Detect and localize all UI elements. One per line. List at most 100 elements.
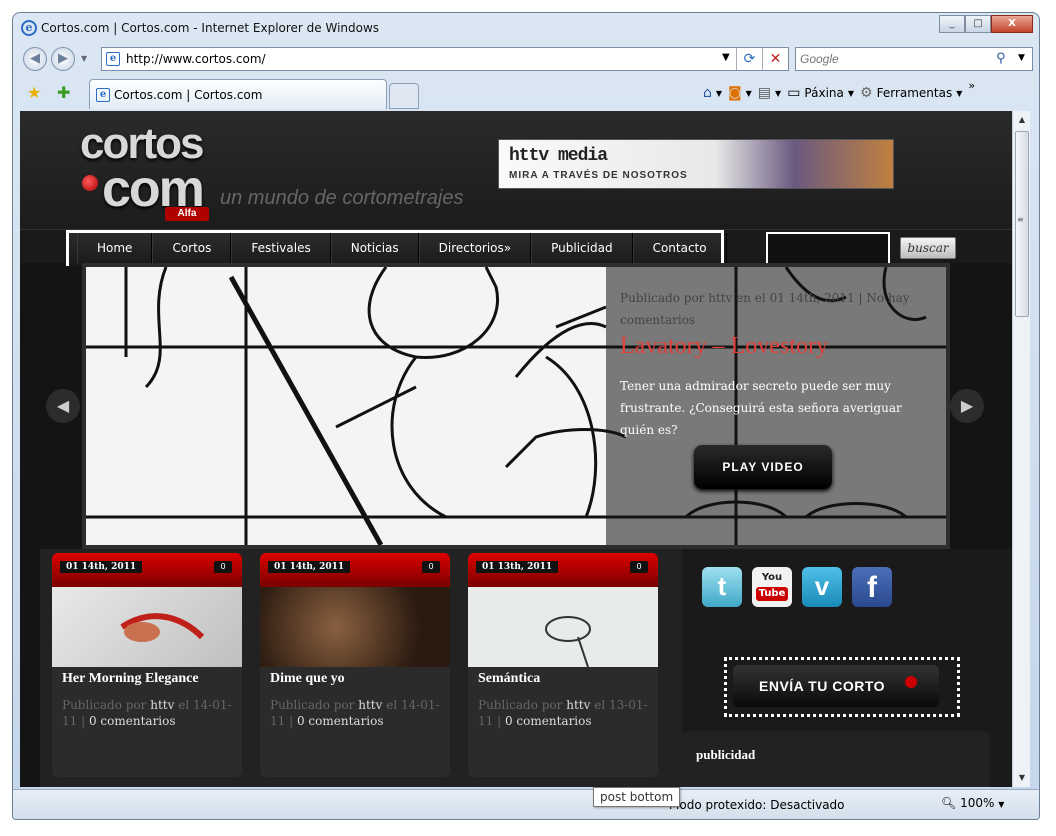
zoom-level: 100% [960,796,995,810]
new-tab-button[interactable] [389,83,419,109]
nav-directorios[interactable]: Directorios» [418,233,532,263]
card-thumbnail[interactable] [468,587,658,668]
search-box[interactable]: ⚲ ▼ [795,47,1033,71]
card-meta: Publicado por httv el 14-01-11 | 0 comen… [62,697,232,729]
card-pub-label: Publicado por [62,698,147,712]
scroll-down-icon[interactable]: ▼ [1015,771,1029,785]
card-title[interactable]: Her Morning Elegance [62,671,199,687]
card-author[interactable]: httv [150,698,174,712]
feeds-button[interactable]: ◙ ▼ [728,85,752,101]
posts-grid: 01 14th, 2011 0 Her Morning Elegance Pub… [40,549,682,787]
card-date: 01 14th, 2011 [60,561,143,573]
card-meta: Publicado por httv el 13-01-11 | 0 comen… [478,697,648,729]
home-icon: ⌂ [703,85,712,101]
protected-mode-status[interactable]: Modo protexido: Desactivado [669,798,845,812]
card-date: 01 13th, 2011 [476,561,559,573]
featured-excerpt: Tener una admirador secreto puede ser mu… [620,379,902,437]
print-button[interactable]: ▤ ▼ [758,85,781,101]
slider-next-button[interactable]: ▶ [950,389,984,423]
send-short-frame: ENVÍA TU CORTO [724,657,960,717]
page-menu[interactable]: ▭ Páxina ▼ [787,85,854,101]
nav-festivales[interactable]: Festivales [231,233,331,263]
banner-slogan: MIRA A TRAVÉS DE NOSOTROS [509,170,688,181]
print-icon: ▤ [757,85,772,101]
window-controls: _ □ X [939,15,1033,33]
history-dropdown-icon[interactable]: ▼ [81,54,87,63]
page-menu-icon: ▭ [787,85,801,101]
nav-home[interactable]: Home [77,233,153,263]
minimize-button[interactable]: _ [939,15,965,33]
tab-label: Cortos.com | Cortos.com [114,88,263,102]
maximize-button[interactable]: □ [965,15,991,33]
httv-media-banner[interactable]: httv media MIRA A TRAVÉS DE NOSOTROS [498,139,894,189]
favorites-star-icon[interactable]: ★ [27,83,41,102]
comment-count-icon[interactable]: 0 [630,561,648,573]
featured-title[interactable]: Lavatory – Lovestory [620,333,828,360]
post-card[interactable]: 01 13th, 2011 0 Semántica Publicado por … [468,553,658,777]
tab-cortos[interactable]: e Cortos.com | Cortos.com [89,79,387,109]
featured-overlay: Publicado por httv en el 01 14th, 2011 |… [606,267,946,545]
card-thumbnail[interactable] [260,587,450,667]
window-title: Cortos.com | Cortos.com - Internet Explo… [41,21,380,35]
page-icon: e [106,52,120,66]
play-video-button[interactable]: PLAY VIDEO [694,445,832,489]
nav-contacto[interactable]: Contacto [632,233,727,263]
card-comments-link[interactable]: 0 comentarios [89,714,176,728]
thumbnail-drawing [120,613,205,642]
home-button[interactable]: ⌂ ▼ [703,85,722,101]
youtube-label-top: You [761,572,783,583]
address-bar[interactable]: e http://www.cortos.com/ ▼ ⟳ ✕ [101,47,789,71]
zoom-control[interactable]: 🔍︎ 100% ▼ [941,796,1004,810]
banner-brand: httv media [509,146,608,166]
twitter-icon[interactable]: t [702,567,742,607]
sidebar: t You Tube v f ENVÍA TU CORTO publicidad [682,549,1012,787]
card-title[interactable]: Dime que yo [270,671,345,687]
vertical-scrollbar[interactable]: ▲ ≡ ▼ [1012,111,1030,787]
site-search-input[interactable] [766,232,890,264]
card-title[interactable]: Semántica [478,671,540,687]
card-pub-label: Publicado por [478,698,563,712]
search-dropdown-icon[interactable]: ▼ [1018,53,1025,63]
back-button[interactable]: ◀ [23,47,47,71]
comment-count-icon[interactable]: 0 [422,561,440,573]
address-url[interactable]: http://www.cortos.com/ [126,52,266,66]
card-author[interactable]: httv [566,698,590,712]
address-dropdown-icon[interactable]: ▼ [722,52,730,63]
close-button[interactable]: X [991,15,1033,33]
post-card[interactable]: 01 14th, 2011 0 Her Morning Elegance Pub… [52,553,242,777]
card-author[interactable]: httv [358,698,382,712]
ads-heading: publicidad [696,747,756,762]
zoom-icon: 🔍︎ [941,796,957,810]
site-nav: Home Cortos Festivales Noticias Director… [20,229,1012,266]
add-favorites-icon[interactable]: ✚ [57,83,70,102]
search-icon[interactable]: ⚲ [996,51,1006,66]
comment-count-icon[interactable]: 0 [214,561,232,573]
site-header: cortos com Alfa un mundo de cortometraje… [20,111,1012,229]
tools-menu[interactable]: ⚙ Ferramentas ▼ [860,85,962,101]
refresh-icon[interactable]: ⟳ [736,48,762,70]
youtube-label-bottom: Tube [756,587,788,601]
zoom-dropdown-icon[interactable]: ▼ [998,800,1004,809]
search-input[interactable] [800,51,990,67]
youtube-icon[interactable]: You Tube [752,567,792,607]
buscar-button[interactable]: buscar [900,237,956,259]
scroll-up-icon[interactable]: ▲ [1015,113,1029,127]
nav-cortos[interactable]: Cortos [152,233,232,263]
scroll-thumb[interactable] [1015,131,1029,317]
gear-icon: ⚙ [860,85,873,101]
nav-publicidad[interactable]: Publicidad [531,233,633,263]
featured-image[interactable]: Publicado por httv en el 01 14th, 2011 |… [86,267,946,545]
toolbar-overflow-button[interactable]: » [968,79,975,92]
card-comments-link[interactable]: 0 comentarios [297,714,384,728]
card-meta: Publicado por httv el 14-01-11 | 0 comen… [270,697,440,729]
stop-icon[interactable]: ✕ [762,48,788,70]
post-card[interactable]: 01 14th, 2011 0 Dime que yo Publicado po… [260,553,450,777]
web-page: cortos com Alfa un mundo de cortometraje… [20,111,1012,787]
facebook-icon[interactable]: f [852,567,892,607]
card-comments-link[interactable]: 0 comentarios [505,714,592,728]
card-thumbnail[interactable] [52,587,242,667]
forward-button[interactable]: ▶ [51,47,75,71]
vimeo-icon[interactable]: v [802,567,842,607]
slider-prev-button[interactable]: ◀ [46,389,80,423]
nav-noticias[interactable]: Noticias [330,233,419,263]
